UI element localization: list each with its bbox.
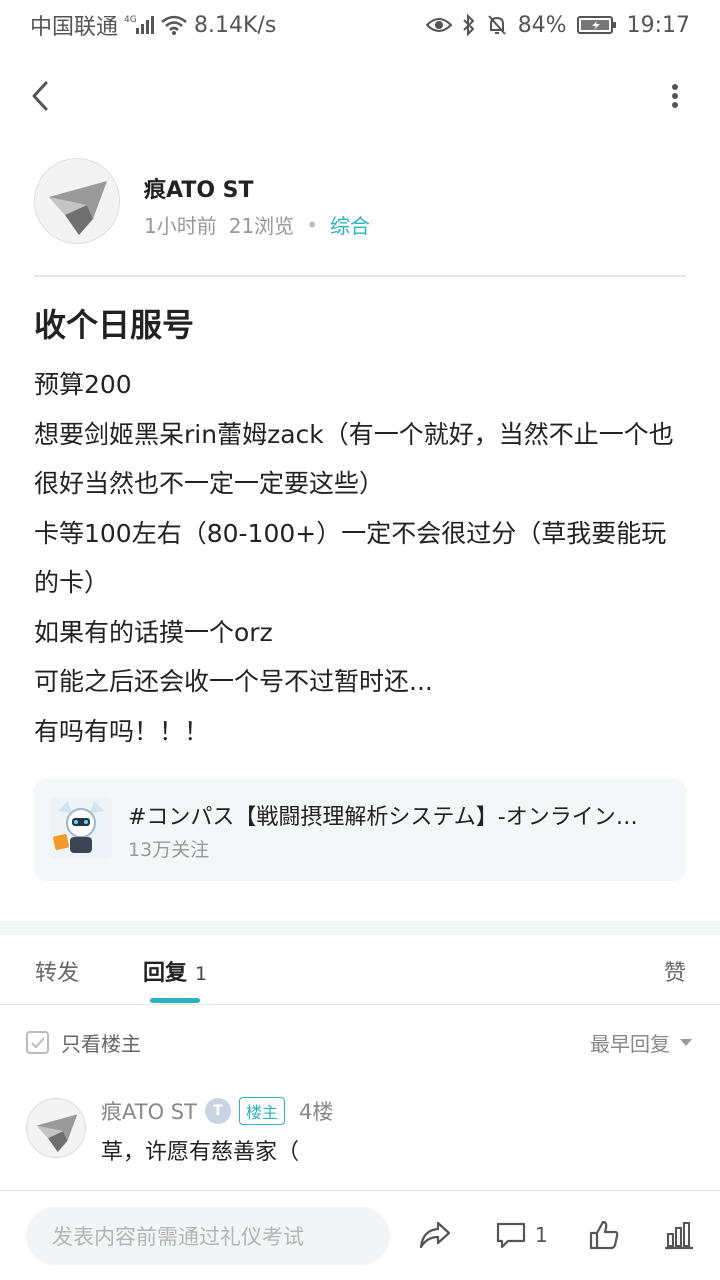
tab-forward[interactable]: 转发 [35,955,79,987]
post-body: 预算200 想要剑姬黑呆rin蕾姆zack（有一个就好，当然不止一个也很好当然也… [34,360,686,756]
more-options-button[interactable] [660,74,690,118]
only-op-label: 只看楼主 [61,1032,141,1056]
stats-button[interactable] [664,1217,694,1253]
section-separator [0,921,720,935]
comment-icon [496,1222,526,1249]
reply-filter-row: 只看楼主 最早回复 [0,1018,720,1064]
eye-icon [425,15,452,35]
op-badge: 楼主 [238,1097,285,1125]
status-bar: 中国联通 4G 8.14K/s 84% 19:17 [0,0,720,50]
tab-like[interactable]: 赞 [664,955,686,987]
post-title: 收个日服号 [34,306,195,344]
bar-chart-icon [665,1222,693,1250]
tab-reply-label: 回复 [143,961,188,986]
bluetooth-icon [462,14,476,36]
divider [34,275,686,277]
clock: 19:17 [626,12,690,38]
comment-count: 1 [535,1223,548,1247]
carrier-label: 中国联通 [30,15,119,40]
share-button[interactable] [418,1217,452,1253]
reply-count: 1 [195,963,208,985]
category-link[interactable]: 综合 [330,210,370,239]
post-paragraph: 卡等100左右（80-100+）一定不会很过分（草我要能玩的卡） [34,518,667,598]
level-badge: T [204,1098,231,1124]
reply-text: 草，许愿有慈善家（ [101,1140,300,1165]
post-meta: 1小时前 21浏览 • 综合 [144,210,370,239]
post-author: 痕ATO ST 1小时前 21浏览 • 综合 [34,158,686,244]
only-op-toggle[interactable]: 只看楼主 [26,1028,141,1057]
reply-header: 痕ATO ST T 楼主 4楼 [101,1096,333,1126]
post-time: 1小时前 [144,214,217,238]
reply-author-avatar[interactable] [26,1098,86,1158]
chevron-left-icon [32,81,48,111]
like-button[interactable] [588,1217,620,1253]
topic-avatar [50,797,112,859]
only-op-checkbox[interactable] [26,1031,49,1054]
battery-icon [576,15,617,35]
network-speed: 8.14K/s [194,12,277,38]
author-name[interactable]: 痕ATO ST [144,172,254,204]
top-navigation [0,60,720,132]
back-button[interactable] [20,74,60,118]
topic-card[interactable]: #コンパス【戦闘摂理解析システム】-オンライン対戦 13万关注 [34,779,686,881]
sort-label: 最早回复 [590,1032,670,1056]
more-vertical-icon [672,84,678,108]
active-tab-indicator [150,998,200,1003]
share-icon [419,1221,451,1249]
post-paragraph: 可能之后还会收一个号不过暂时还... [34,667,433,696]
wifi-icon [160,14,188,36]
interaction-tabs: 转发 回复 1 赞 [0,935,720,1005]
check-icon [30,1036,45,1048]
topic-title: #コンパス【戦闘摂理解析システム】-オンライン対戦 [128,805,658,830]
thumbs-up-icon [589,1220,619,1250]
mute-bell-icon [486,14,508,36]
sort-dropdown[interactable]: 最早回复 [590,1028,692,1057]
svg-text:4G: 4G [124,15,137,25]
reply-author-name[interactable]: 痕ATO ST [101,1096,197,1126]
comment-button[interactable]: 1 [495,1217,548,1253]
signal-icon: 4G [124,14,155,36]
battery-percent: 84% [517,12,567,38]
post-paragraph: 有吗有吗！！！ [34,716,210,746]
author-avatar[interactable] [34,158,120,244]
floor-number: 4楼 [298,1100,334,1124]
post-paragraph: 想要剑姬黑呆rin蕾姆zack（有一个就好，当然不止一个也很好当然也不一定一定要… [34,419,674,499]
bottom-action-bar: 发表内容前需通过礼仪考试 1 [0,1190,720,1280]
tab-like-label: 赞 [663,961,686,986]
caret-down-icon [680,1038,692,1046]
tab-forward-label: 转发 [35,961,80,986]
tab-reply[interactable]: 回复 1 [143,955,207,987]
topic-followers: 13万关注 [128,839,210,861]
comment-input[interactable]: 发表内容前需通过礼仪考试 [26,1207,390,1265]
reply-item[interactable]: 痕ATO ST T 楼主 4楼 草，许愿有慈善家（ [0,1090,720,1190]
post-paragraph: 如果有的话摸一个orz [34,617,273,647]
meta-separator: • [306,212,318,237]
post-paragraph: 预算200 [34,370,132,399]
view-count: 21浏览 [228,214,295,238]
